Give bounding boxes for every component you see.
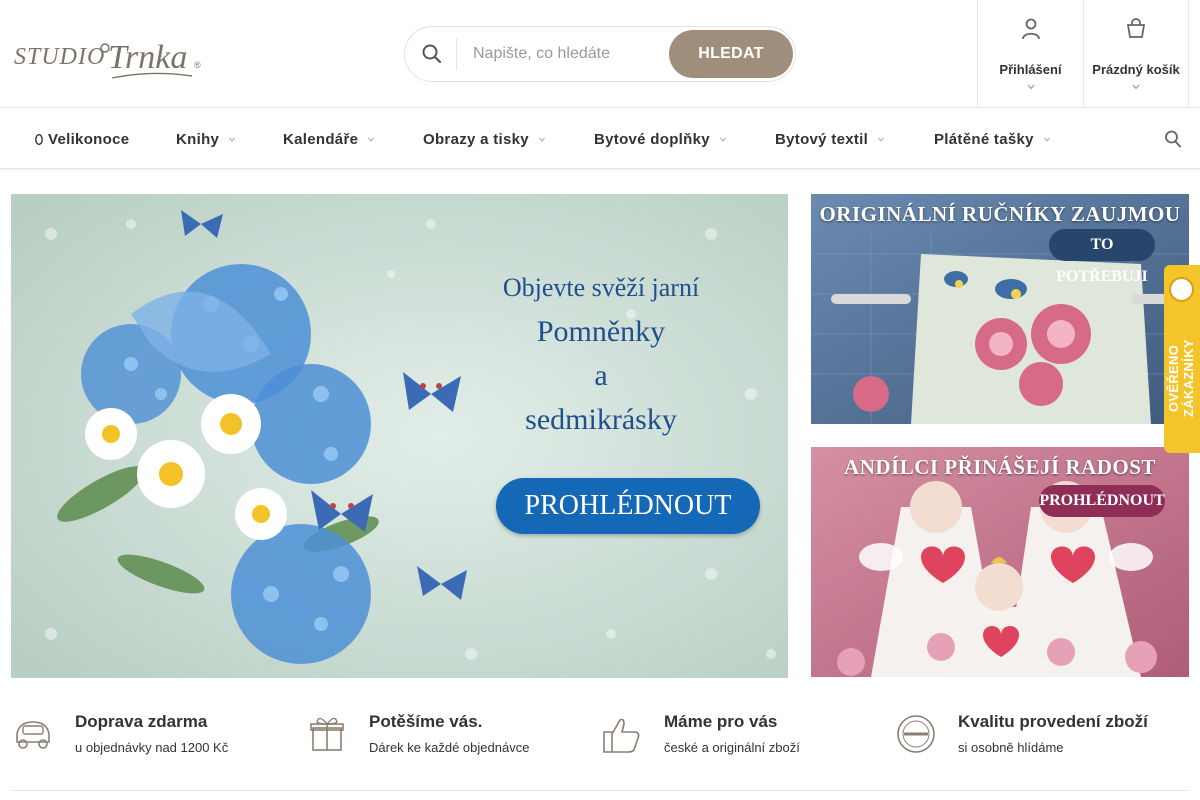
user-icon [978,18,1083,40]
logo-text-trnka: Trnka [108,39,187,76]
chevron-down-icon [229,137,236,142]
hero-line-1: Objevte svěží jarní [502,273,700,302]
search-icon[interactable] [421,43,443,65]
logo-graphic: STUDIO Trnka ® [14,39,201,79]
benefit-subtitle: české a originální zboží [664,740,800,755]
cart-icon [1084,18,1188,40]
nav-item-label: Obrazy a tisky [423,130,529,148]
thumbs-up-icon [600,712,644,756]
hero-line-2: Pomněnky [536,315,666,348]
easter-egg-icon [35,133,43,145]
hero-banner[interactable]: Objevte svěží jarní Pomněnky a sedmikrás… [11,194,788,678]
towels-banner[interactable]: ORIGINÁLNÍ RUČNÍKY ZAUJMOU TO POTŘEBUJI [811,194,1189,424]
chevron-down-icon [368,137,375,142]
chevron-down-icon [1043,137,1050,142]
benefit-title: Kvalitu provedení zboží [958,712,1148,731]
benefit-gift: Potěšíme vás. Dárek ke každé objednávce [305,712,600,772]
benefit-quality: Kvalitu provedení zboží si osobně hlídám… [894,712,1189,772]
nav-item-bytovy-textil[interactable]: Bytový textil [775,109,884,169]
site-header: STUDIO Trnka ® HLEDAT Přihlášení Prázdný… [0,0,1200,108]
studio-trnka-logo[interactable]: STUDIO Trnka ® [12,22,212,86]
benefit-czech-goods: Máme pro vás české a originální zboží [600,712,895,772]
nav-item-obrazy-a-tisky[interactable]: Obrazy a tisky [423,109,545,169]
nav-item-label: Bytové doplňky [594,130,710,148]
nav-item-velikonoce[interactable]: Velikonoce [35,109,129,169]
logo-text-studio: STUDIO [14,44,105,70]
nav-search-icon[interactable] [1164,129,1182,149]
hero-text: Objevte svěží jarní Pomněnky a sedmikrás… [451,266,751,442]
nav-item-kalendare[interactable]: Kalendáře [283,109,375,169]
benefit-subtitle: si osobně hlídáme [958,740,1064,755]
chevron-down-icon [878,137,884,142]
angels-banner-title: ANDÍLCI PŘINÁŠEJÍ RADOST [844,455,1156,479]
search-bar: HLEDAT [404,26,796,82]
main-navigation: Velikonoce Knihy Kalendáře Obrazy a tisk… [0,109,1200,169]
search-input[interactable] [461,37,667,71]
benefit-title: Doprava zdarma [75,712,208,731]
login-link[interactable]: Přihlášení [977,0,1083,108]
nav-item-label: Knihy [176,130,220,148]
benefit-subtitle: u objednávky nad 1200 Kč [75,740,229,755]
logo-registered-mark: ® [194,60,201,70]
benefit-subtitle: Dárek ke každé objednávce [369,740,530,755]
gift-icon [305,712,349,756]
benefit-title: Máme pro vás [664,712,778,731]
angels-illustration [811,447,1189,677]
search-divider [456,38,457,70]
nav-item-platene-tasky[interactable]: Plátěné tašky [934,109,1050,169]
benefits-strip: Doprava zdarma u objednávky nad 1200 Kč … [0,700,1200,792]
hero-line-3: a [594,359,608,392]
benefit-free-shipping: Doprava zdarma u objednávky nad 1200 Kč [11,712,306,772]
chevron-down-icon [720,137,726,142]
hero-line-4: sedmikrásky [525,403,677,436]
verified-seal-icon [1169,277,1194,302]
nav-item-label: Kalendáře [283,130,359,148]
verified-badge-label: OVĚŘENO ZÁKAZNÍKY [1166,339,1196,417]
nav-item-label: Velikonoce [48,130,130,148]
angels-banner[interactable]: ANDÍLCI PŘINÁŠEJÍ RADOST PROHLÉDNOUT [811,447,1189,677]
login-label: Přihlášení [999,62,1062,77]
chevron-down-icon [539,137,545,142]
cart-link[interactable]: Prázdný košík [1083,0,1189,108]
search-button[interactable]: HLEDAT [669,30,793,78]
nav-item-label: Bytový textil [775,130,869,148]
benefit-title: Potěšíme vás. [369,712,483,731]
hero-cta-button[interactable]: PROHLÉDNOUT [496,478,760,534]
nav-item-knihy[interactable]: Knihy [176,109,236,169]
angels-banner-cta[interactable]: PROHLÉDNOUT [1039,485,1165,517]
quality-stamp-icon [894,712,938,756]
chevron-down-icon [978,84,1083,90]
towels-banner-cta[interactable]: TO POTŘEBUJI [1049,229,1155,285]
nav-item-label: Plátěné tašky [934,130,1034,148]
towels-banner-title: ORIGINÁLNÍ RUČNÍKY ZAUJMOU [819,202,1181,226]
car-icon [11,712,55,756]
chevron-down-icon [1084,84,1188,90]
cart-label: Prázdný košík [1092,62,1180,77]
verified-by-customers-badge[interactable]: OVĚŘENO ZÁKAZNÍKY [1164,265,1200,453]
section-divider [11,790,1189,791]
nav-item-bytove-doplnky[interactable]: Bytové doplňky [594,109,726,169]
